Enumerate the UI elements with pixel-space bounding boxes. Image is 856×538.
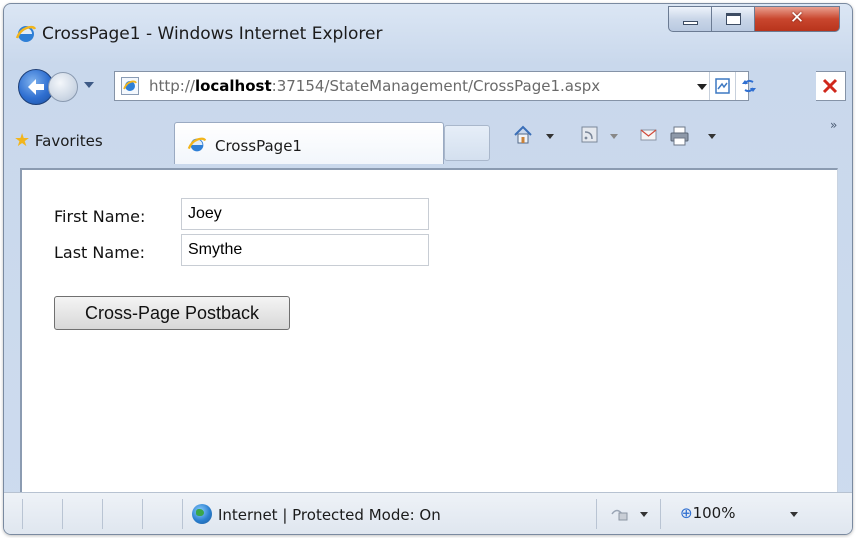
read-mail-button[interactable] <box>638 124 666 148</box>
forward-button[interactable] <box>48 72 78 102</box>
compatibility-view-button[interactable] <box>709 72 736 100</box>
last-name-input[interactable]: Smythe <box>181 234 429 266</box>
navigation-bar: http://localhost:37154/StateManagement/C… <box>4 56 852 106</box>
print-button[interactable] <box>668 124 728 148</box>
title-bar: CrossPage1 - Windows Internet Explorer ✕ <box>4 4 852 56</box>
zone-dropdown-icon[interactable] <box>640 512 648 517</box>
stop-icon <box>822 78 838 94</box>
zoom-magnifier-icon: ⊕ <box>680 504 693 522</box>
tab-ie-icon <box>187 137 207 152</box>
history-dropdown-button[interactable] <box>84 82 94 88</box>
toolbar-overflow-button[interactable]: » <box>830 118 837 132</box>
printer-icon <box>670 126 689 146</box>
refresh-button[interactable] <box>735 72 762 100</box>
new-tab-button[interactable] <box>444 125 490 161</box>
status-divider <box>102 499 103 529</box>
url-scheme: http:// <box>149 77 195 95</box>
ie-logo-icon <box>15 25 37 42</box>
page-content: First Name: Joey Last Name: Smythe Cross… <box>20 168 838 492</box>
url-path: :37154/StateManagement/CrossPage1.aspx <box>271 77 601 95</box>
address-bar[interactable]: http://localhost:37154/StateManagement/C… <box>114 71 756 101</box>
security-zone-text[interactable]: Internet | Protected Mode: On <box>218 506 441 524</box>
zoom-dropdown-icon[interactable] <box>790 512 798 517</box>
home-button[interactable] <box>512 124 562 148</box>
status-divider <box>62 499 63 529</box>
compatibility-view-icon <box>715 78 730 94</box>
feeds-dropdown-icon <box>610 134 618 139</box>
status-divider <box>142 499 143 529</box>
first-name-label: First Name: <box>54 207 146 226</box>
mail-icon <box>640 129 657 141</box>
address-url[interactable]: http://localhost:37154/StateManagement/C… <box>149 77 600 95</box>
favorites-button[interactable]: ★ Favorites <box>14 130 103 151</box>
maximize-button[interactable] <box>711 6 755 32</box>
close-button[interactable]: ✕ <box>754 6 840 32</box>
cross-page-postback-button[interactable]: Cross-Page Postback <box>54 296 290 330</box>
zoom-level: 100% <box>692 504 736 522</box>
status-divider <box>596 499 597 529</box>
status-divider <box>182 499 183 529</box>
first-name-input[interactable]: Joey <box>181 198 429 230</box>
status-divider <box>22 499 23 529</box>
favorites-label: Favorites <box>34 132 103 150</box>
close-icon: ✕ <box>789 8 805 28</box>
minimize-button[interactable] <box>668 6 712 32</box>
feeds-button[interactable] <box>580 124 640 148</box>
internet-zone-globe-icon <box>192 504 212 524</box>
address-dropdown-button[interactable] <box>697 84 707 90</box>
browser-window: CrossPage1 - Windows Internet Explorer ✕… <box>3 3 853 535</box>
last-name-label: Last Name: <box>54 243 146 262</box>
print-dropdown-icon <box>708 134 716 139</box>
status-bar: Internet | Protected Mode: On ⊕100% <box>4 492 852 534</box>
minimize-icon <box>683 21 698 25</box>
window-title: CrossPage1 - Windows Internet Explorer <box>42 24 383 44</box>
maximize-icon <box>726 13 741 25</box>
feeds-icon <box>581 126 598 143</box>
url-host: localhost <box>194 77 272 95</box>
stop-button[interactable] <box>816 71 846 101</box>
home-dropdown-icon <box>546 134 554 139</box>
status-divider <box>660 499 661 529</box>
protected-mode-icon[interactable] <box>610 505 630 523</box>
home-icon <box>514 125 532 144</box>
refresh-icon <box>742 79 756 93</box>
page-icon <box>121 77 139 95</box>
tab-label: CrossPage1 <box>215 137 302 155</box>
tab-bar: ★ Favorites CrossPage1 » <box>4 112 852 164</box>
zoom-level-button[interactable]: ⊕100% <box>680 504 735 522</box>
favorites-star-icon: ★ <box>14 130 31 151</box>
tab-crosspage1[interactable]: CrossPage1 <box>174 122 444 164</box>
